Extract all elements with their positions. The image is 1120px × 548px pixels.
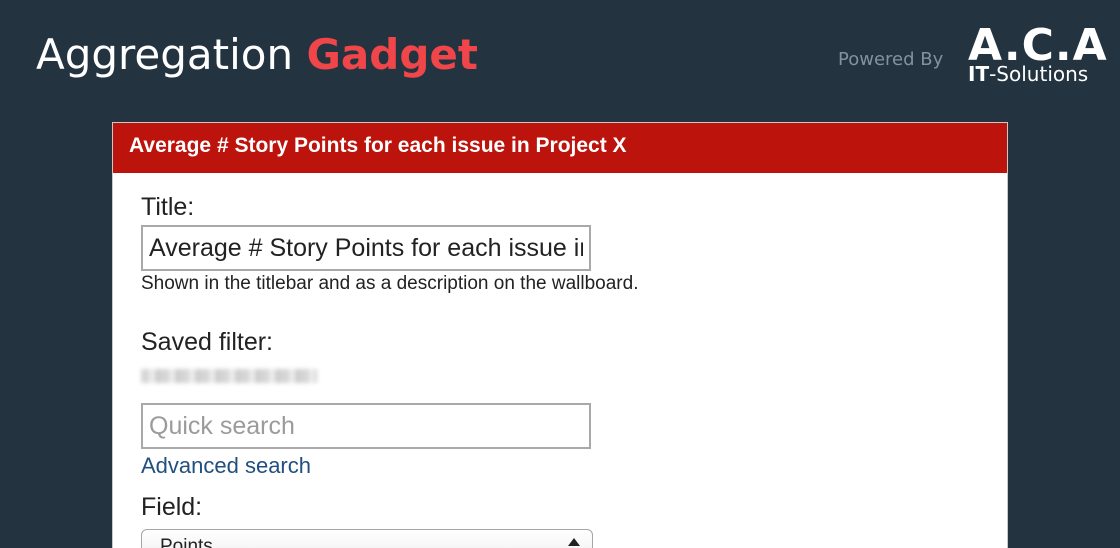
caret-up-icon bbox=[568, 538, 580, 546]
field-select[interactable]: Points bbox=[141, 529, 593, 548]
app-title-accent: Gadget bbox=[306, 30, 478, 79]
logo-subtitle-rest: -Solutions bbox=[989, 62, 1089, 86]
selected-filter-redacted bbox=[141, 369, 317, 383]
panel-title: Average # Story Points for each issue in… bbox=[113, 123, 1007, 173]
gadget-config-panel: Average # Story Points for each issue in… bbox=[112, 122, 1008, 548]
company-logo: A.C.A IT-Solutions bbox=[968, 20, 1108, 88]
advanced-search-link[interactable]: Advanced search bbox=[141, 453, 311, 479]
app-title-main: Aggregation bbox=[36, 30, 294, 79]
logo-subtitle: IT-Solutions bbox=[968, 64, 1098, 84]
saved-filter-label: Saved filter: bbox=[141, 328, 274, 356]
app-title: Aggregation Gadget bbox=[36, 30, 478, 79]
title-input[interactable] bbox=[141, 225, 591, 271]
powered-by-label: Powered By bbox=[838, 49, 944, 70]
logo-subtitle-bold: IT bbox=[968, 62, 990, 86]
logo-wordmark: A.C.A bbox=[968, 20, 1108, 71]
field-select-value: Points bbox=[160, 536, 213, 548]
title-help-text: Shown in the titlebar and as a descripti… bbox=[141, 273, 639, 294]
title-field-label: Title: bbox=[141, 193, 195, 221]
filter-search-input[interactable] bbox=[141, 403, 591, 449]
field-label: Field: bbox=[141, 493, 203, 521]
